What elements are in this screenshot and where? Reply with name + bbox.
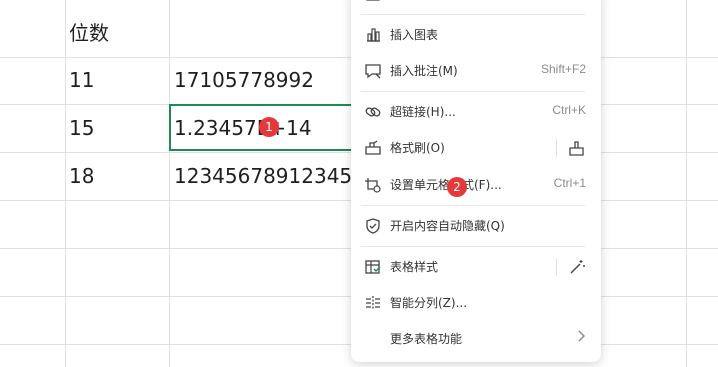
menu-item-shortcut: Ctrl+K: [552, 103, 586, 117]
chevron-right-icon: [576, 328, 586, 344]
menu-item-auto-hide[interactable]: 开启内容自动隐藏(Q): [351, 210, 601, 242]
menu-item-label: 插入图表: [390, 28, 439, 42]
cell-number-row1[interactable]: 17105778992: [174, 68, 314, 92]
cell-digits-row2[interactable]: 15: [69, 116, 94, 140]
menu-item-label: 设置单元格格式(F)...: [390, 178, 502, 192]
cell-digits-row1[interactable]: 11: [69, 68, 94, 92]
column-divider: [65, 0, 66, 367]
context-menu: 插入图表 插入批注(M) Shift+F2 超链接(H)... Ctrl+K 格…: [351, 0, 601, 362]
table-style-icon: [364, 258, 382, 276]
cell-digits-row3[interactable]: 18: [69, 164, 94, 188]
link-icon: [364, 103, 382, 121]
menu-vertical-separator: [556, 139, 557, 157]
shield-icon: [364, 217, 382, 235]
menu-item-insert-chart[interactable]: 插入图表: [351, 19, 601, 51]
menu-separator: [361, 91, 585, 92]
menu-item-more-table-functions[interactable]: 更多表格功能: [351, 323, 601, 355]
menu-separator: [361, 205, 585, 206]
magic-wand-icon[interactable]: [568, 258, 586, 276]
menu-item-label: 智能分列(Z)...: [390, 296, 468, 310]
chart-icon: [364, 26, 382, 44]
partial-icon: [364, 0, 382, 3]
menu-item-label: 表格样式: [390, 260, 439, 274]
menu-item-shortcut: Ctrl+1: [553, 176, 586, 190]
menu-separator: [361, 14, 585, 15]
cell-number-row3[interactable]: 123456789123456789: [174, 164, 351, 188]
format-painter-pin-icon[interactable]: [568, 139, 586, 157]
menu-vertical-separator: [556, 258, 557, 276]
step-badge-2: 2: [447, 177, 467, 197]
menu-item-shortcut: Shift+F2: [540, 62, 586, 76]
header-cell-digits[interactable]: 位数: [69, 21, 109, 45]
menu-item-table-style[interactable]: 表格样式: [351, 251, 601, 283]
menu-item-label: 更多表格功能: [390, 332, 463, 346]
menu-item-format-painter[interactable]: 格式刷(O): [351, 132, 601, 164]
cell-format-icon: [364, 176, 382, 194]
menu-item-insert-comment[interactable]: 插入批注(M) Shift+F2: [351, 55, 601, 87]
menu-item-label: 开启内容自动隐藏(Q): [390, 219, 505, 233]
menu-item-label: 插入批注(M): [390, 64, 458, 78]
menu-item-partial[interactable]: [351, 0, 601, 10]
split-column-icon: [364, 294, 382, 312]
comment-icon: [364, 62, 382, 80]
column-divider: [686, 0, 687, 367]
format-painter-icon: [364, 139, 382, 157]
menu-item-label: 格式刷(O): [390, 141, 445, 155]
column-divider: [169, 0, 170, 367]
menu-separator: [361, 246, 585, 247]
menu-item-format-cells[interactable]: 设置单元格格式(F)... Ctrl+1: [351, 169, 601, 201]
step-badge-1: 1: [259, 117, 279, 137]
menu-item-label: 超链接(H)...: [390, 105, 456, 119]
menu-item-hyperlink[interactable]: 超链接(H)... Ctrl+K: [351, 96, 601, 128]
menu-item-smart-split[interactable]: 智能分列(Z)...: [351, 287, 601, 319]
